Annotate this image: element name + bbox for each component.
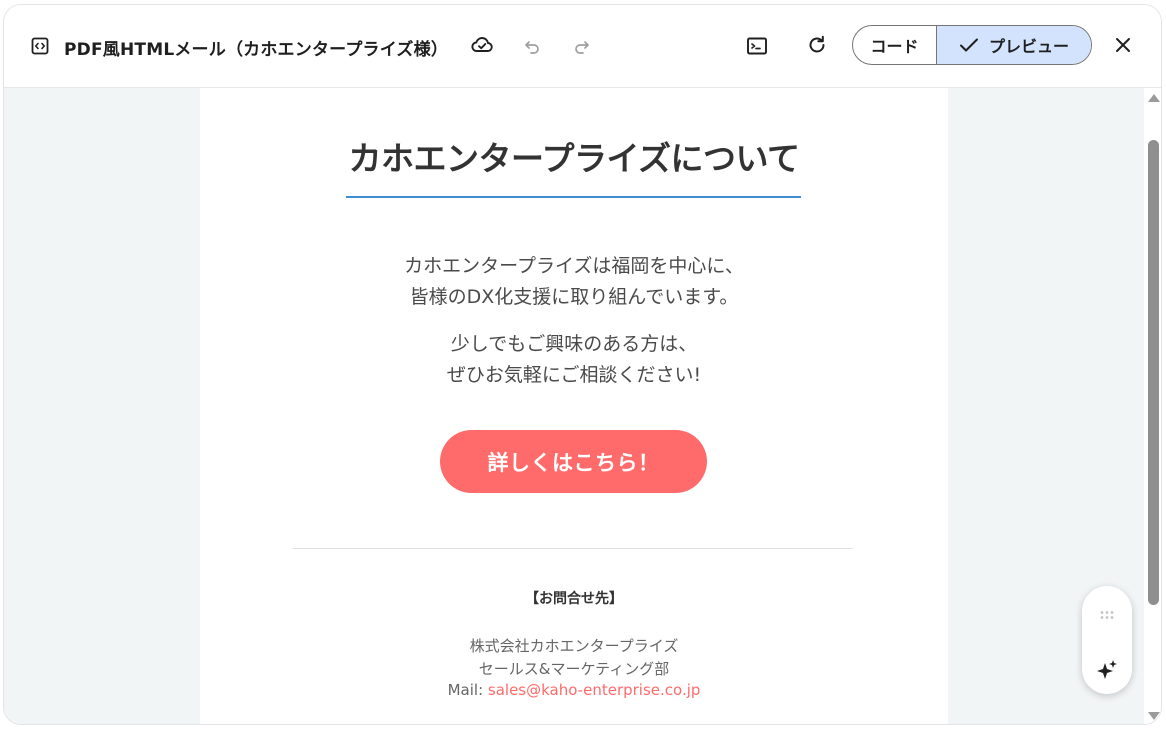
preview-canvas: カホエンタープライズについて カホエンタープライズは福岡を中心に、 皆様のDX化… <box>4 88 1144 724</box>
details-button-label: 詳しくはこちら！ <box>487 450 660 475</box>
intro-paragraph: カホエンタープライズは福岡を中心に、 皆様のDX化支援に取り組んでいます。 <box>200 251 948 313</box>
preview-view-label: プレビュー <box>988 37 1069 56</box>
scrollbar-thumb[interactable] <box>1148 140 1159 605</box>
view-mode-toggle: コード プレビュー <box>852 25 1092 65</box>
scroll-up-arrow-icon[interactable] <box>1148 94 1160 102</box>
check-icon <box>959 38 978 52</box>
terminal-icon[interactable] <box>745 34 769 58</box>
invite-paragraph: 少しでもご興味のある方は、 ぜひお気軽にご相談ください! <box>200 329 948 391</box>
redo-icon[interactable] <box>570 35 594 59</box>
invite-line-2: ぜひお気軽にご相談ください! <box>446 364 702 386</box>
intro-line-2: 皆様のDX化支援に取り組んでいます。 <box>409 286 739 308</box>
code-file-icon <box>31 37 49 55</box>
drag-handle-icon[interactable] <box>1099 610 1115 620</box>
code-view-label: コード <box>870 37 919 56</box>
details-button[interactable]: 詳しくはこちら！ <box>440 430 707 493</box>
floating-tools <box>1082 586 1132 694</box>
department-name: セールス&マーケティング部 <box>478 660 670 678</box>
preview-window: PDF風HTMLメール（カホエンタープライズ様） コード プレビュー カホエンタ… <box>3 4 1162 725</box>
cloud-save-icon[interactable] <box>470 33 494 57</box>
close-icon[interactable] <box>1112 34 1134 56</box>
email-heading: カホエンタープライズについて <box>348 139 800 178</box>
heading-underline <box>346 196 801 198</box>
scroll-down-arrow-icon[interactable] <box>1148 712 1160 720</box>
document-title: PDF風HTMLメール（カホエンタープライズ様） <box>64 40 449 60</box>
mail-line: Mail: sales@kaho-enterprise.co.jp <box>200 681 948 699</box>
undo-icon[interactable] <box>520 35 544 59</box>
contact-heading: 【お問合せ先】 <box>525 591 623 607</box>
vertical-scrollbar[interactable] <box>1144 88 1161 724</box>
invite-line-1: 少しでもご興味のある方は、 <box>450 333 698 355</box>
email-body: カホエンタープライズについて カホエンタープライズは福岡を中心に、 皆様のDX化… <box>200 88 948 724</box>
sparkle-icon[interactable] <box>1095 658 1119 682</box>
refresh-icon[interactable] <box>805 33 829 57</box>
code-view-button[interactable]: コード <box>853 26 937 64</box>
intro-line-1: カホエンタープライズは福岡を中心に、 <box>404 255 744 277</box>
toolbar: PDF風HTMLメール（カホエンタープライズ様） コード プレビュー <box>4 5 1161 88</box>
footer-divider <box>293 548 853 549</box>
mail-link[interactable]: sales@kaho-enterprise.co.jp <box>488 681 701 699</box>
preview-view-button[interactable]: プレビュー <box>937 26 1091 64</box>
mail-prefix: Mail: <box>447 681 488 699</box>
company-name: 株式会社カホエンタープライズ <box>469 637 679 655</box>
